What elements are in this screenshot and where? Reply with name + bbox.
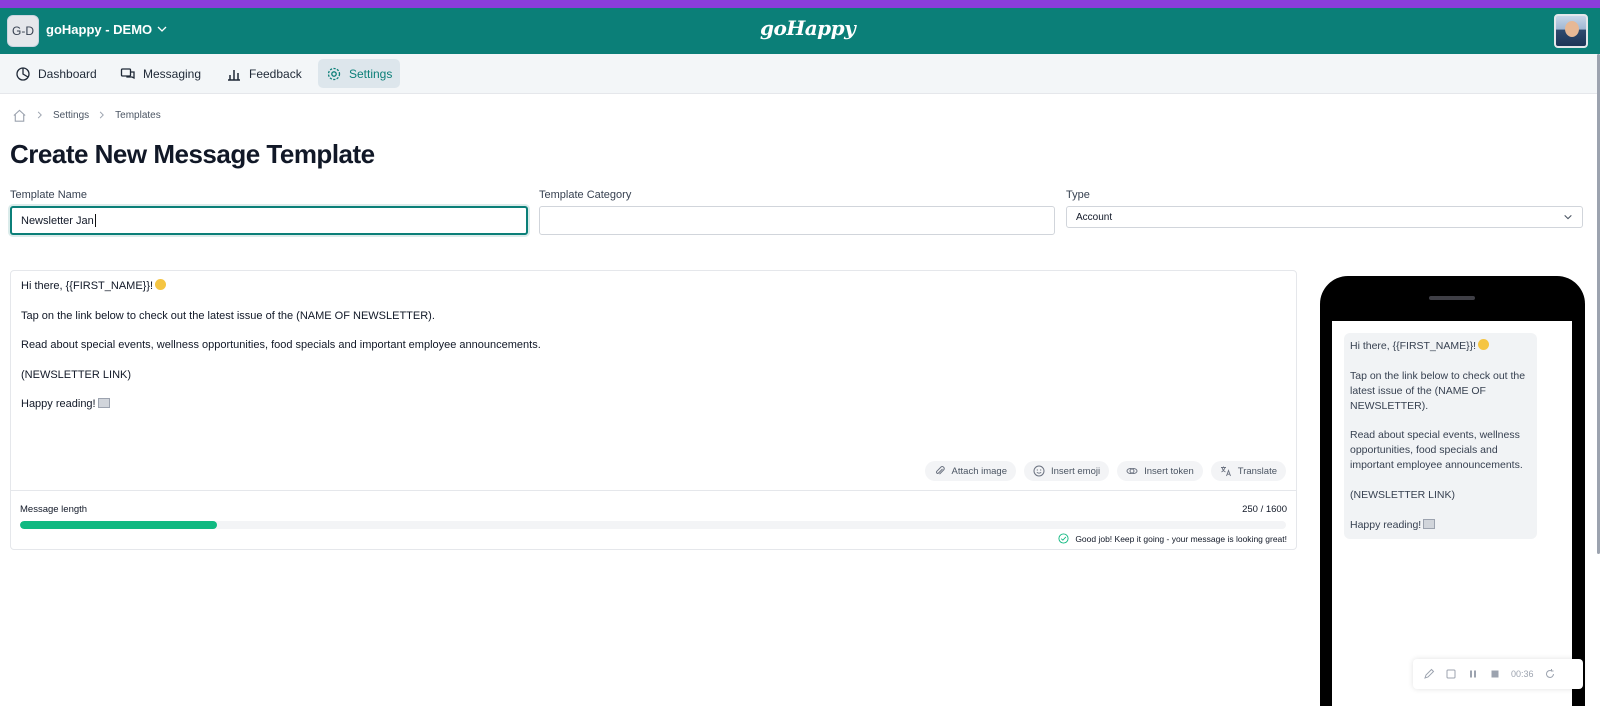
- message-body[interactable]: Hi there, {{FIRST_NAME}}! Tap on the lin…: [21, 279, 541, 427]
- template-category-input[interactable]: [539, 206, 1055, 235]
- type-label: Type: [1066, 189, 1090, 201]
- screen-recorder-bar: 00:36: [1413, 659, 1583, 689]
- chevron-right-icon: [99, 111, 105, 119]
- template-category-label: Template Category: [539, 189, 632, 201]
- preview-paragraph: Tap on the link below to check out the l…: [1350, 369, 1526, 412]
- breadcrumb-settings[interactable]: Settings: [53, 110, 89, 121]
- org-badge[interactable]: G-D: [7, 15, 39, 47]
- paperclip-icon: [935, 466, 945, 475]
- pen-icon[interactable]: [1423, 668, 1435, 680]
- preview-paragraph: (NEWSLETTER LINK): [1350, 489, 1456, 502]
- pause-icon[interactable]: [1467, 668, 1479, 680]
- chevron-down-icon[interactable]: [156, 23, 168, 35]
- main-nav: Dashboard Messaging Feedback Settings: [0, 54, 1600, 94]
- message-length-section: Message length 250 / 1600 Good job! Keep…: [11, 490, 1296, 550]
- nav-item-feedback[interactable]: Feedback: [218, 59, 310, 88]
- attach-image-button[interactable]: Attach image: [924, 461, 1016, 481]
- gohappy-logo: goHappy: [760, 16, 856, 40]
- breadcrumb: Settings Templates: [12, 107, 161, 123]
- org-name[interactable]: goHappy - DEMO: [46, 22, 152, 37]
- translate-button[interactable]: Translate: [1210, 461, 1286, 481]
- nav-label: Feedback: [249, 66, 302, 81]
- template-name-input[interactable]: Newsletter Jan: [10, 206, 528, 235]
- emoji-icon: [1033, 465, 1045, 477]
- newspaper-emoji-icon: [1423, 518, 1436, 529]
- stop-icon[interactable]: [1489, 668, 1501, 680]
- top-bar: G-D goHappy - DEMO goHappy: [0, 8, 1600, 54]
- chevron-down-icon: [1564, 214, 1572, 220]
- message-length-label: Message length: [20, 504, 88, 515]
- nav-item-settings[interactable]: Settings: [318, 59, 401, 88]
- message-line: Read about special events, wellness oppo…: [21, 339, 541, 352]
- check-circle-icon: [1058, 533, 1069, 544]
- page-title: Create New Message Template: [10, 139, 375, 169]
- token-icon: [1126, 468, 1138, 474]
- newspaper-emoji-icon: [97, 398, 110, 409]
- message-line: Tap on the link below to check out the l…: [21, 309, 435, 322]
- note-icon[interactable]: [1445, 668, 1457, 680]
- message-length-count: 250 / 1600: [1242, 504, 1287, 515]
- insert-token-button[interactable]: Insert token: [1117, 461, 1203, 481]
- text-caret: [94, 214, 96, 227]
- template-name-value: Newsletter Jan: [21, 214, 94, 227]
- avatar[interactable]: [1554, 14, 1588, 48]
- dashboard-icon: [16, 66, 30, 81]
- message-length-note: Good job! Keep it going - your message i…: [1058, 533, 1287, 544]
- grin-emoji-icon: [1478, 339, 1490, 350]
- feedback-icon: [228, 69, 240, 81]
- message-editor[interactable]: Hi there, {{FIRST_NAME}}! Tap on the lin…: [10, 270, 1297, 550]
- phone-speaker: [1429, 296, 1475, 300]
- type-select[interactable]: Account: [1066, 206, 1583, 228]
- gear-icon: [327, 67, 341, 80]
- message-length-progress-fill: [20, 521, 218, 529]
- message-line: Happy reading!: [21, 397, 541, 412]
- editor-toolbar: Attach image Insert emoji Insert token T…: [924, 461, 1286, 481]
- nav-label: Dashboard: [38, 66, 97, 81]
- messaging-icon: [120, 67, 135, 79]
- preview-paragraph: Hi there, {{FIRST_NAME}}!: [1350, 339, 1531, 354]
- preview-paragraph: Happy reading!: [1350, 518, 1531, 533]
- preview-paragraph: Read about special events, wellness oppo…: [1350, 429, 1523, 472]
- preview-message-bubble: Hi there, {{FIRST_NAME}}! Tap on the lin…: [1344, 333, 1537, 539]
- nav-item-dashboard[interactable]: Dashboard: [7, 59, 105, 88]
- message-line: (NEWSLETTER LINK): [21, 368, 132, 381]
- type-select-value: Account: [1076, 211, 1113, 223]
- insert-emoji-button[interactable]: Insert emoji: [1024, 461, 1110, 481]
- message-length-progress: [20, 521, 1286, 529]
- top-accent-stripe: [0, 0, 1600, 8]
- restart-icon[interactable]: [1544, 668, 1556, 680]
- nav-label: Settings: [349, 66, 393, 81]
- recording-time: 00:36: [1511, 669, 1534, 679]
- nav-item-messaging[interactable]: Messaging: [112, 59, 209, 88]
- chevron-right-icon: [37, 111, 42, 119]
- phone-preview: Hi there, {{FIRST_NAME}}! Tap on the lin…: [1320, 276, 1585, 721]
- home-icon[interactable]: [12, 108, 27, 123]
- message-line: Hi there, {{FIRST_NAME}}!: [21, 279, 541, 294]
- breadcrumb-templates[interactable]: Templates: [115, 110, 161, 121]
- nav-label: Messaging: [143, 66, 202, 81]
- translate-icon: [1220, 466, 1231, 477]
- grin-emoji-icon: [155, 279, 167, 290]
- template-name-label: Template Name: [10, 189, 88, 201]
